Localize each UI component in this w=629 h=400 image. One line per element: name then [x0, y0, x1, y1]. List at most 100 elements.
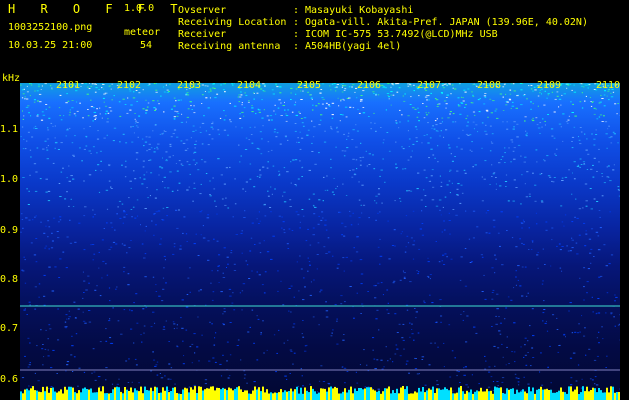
noise-pixel — [34, 216, 36, 218]
noise-pixel — [22, 118, 24, 120]
noise-pixel — [192, 130, 195, 132]
noise-pixel — [20, 84, 22, 86]
x-tick-label: 2101 — [56, 80, 81, 91]
noise-pixel — [416, 128, 418, 130]
noise-pixel — [463, 367, 465, 369]
noise-pixel — [360, 273, 364, 275]
noise-pixel — [236, 345, 239, 346]
noise-pixel — [605, 312, 607, 314]
noise-pixel — [62, 167, 64, 169]
noise-pixel — [465, 384, 468, 386]
noise-pixel — [472, 121, 475, 123]
strip-bar — [82, 388, 84, 400]
noise-pixel — [59, 196, 62, 197]
noise-pixel — [515, 270, 517, 272]
noise-pixel — [96, 108, 98, 110]
info-separator: : — [293, 17, 300, 28]
noise-pixel — [246, 264, 249, 266]
noise-pixel — [22, 177, 25, 178]
noise-pixel — [403, 276, 406, 278]
noise-pixel — [336, 126, 338, 128]
strip-bar — [358, 388, 360, 400]
strip-bar — [602, 392, 604, 400]
noise-pixel — [33, 99, 36, 101]
noise-pixel — [502, 356, 504, 358]
noise-pixel — [407, 242, 410, 244]
noise-pixel — [123, 210, 125, 212]
noise-pixel — [394, 245, 396, 247]
noise-pixel — [124, 176, 127, 178]
strip-bar — [364, 388, 366, 400]
noise-pixel — [578, 208, 582, 210]
noise-pixel — [326, 175, 328, 177]
strip-bar — [538, 388, 540, 400]
y-tick-label: 1.1 — [0, 124, 19, 135]
noise-pixel — [318, 199, 321, 201]
noise-pixel — [266, 115, 269, 117]
noise-pixel — [109, 318, 111, 320]
noise-pixel — [177, 113, 180, 114]
noise-pixel — [97, 376, 101, 378]
noise-pixel — [239, 161, 241, 163]
noise-pixel — [462, 129, 464, 131]
noise-pixel — [275, 371, 277, 373]
noise-pixel — [210, 282, 212, 284]
noise-pixel — [423, 300, 425, 302]
noise-pixel — [448, 84, 451, 86]
noise-pixel — [543, 309, 546, 310]
noise-pixel — [22, 93, 25, 95]
noise-pixel — [105, 110, 108, 112]
noise-pixel — [563, 333, 566, 335]
noise-pixel — [434, 342, 436, 344]
noise-pixel — [59, 219, 62, 221]
noise-pixel — [40, 119, 44, 121]
noise-pixel — [479, 98, 481, 100]
noise-pixel — [412, 84, 415, 86]
strip-bar — [468, 392, 470, 400]
noise-pixel — [164, 131, 167, 132]
noise-pixel — [66, 364, 69, 366]
strip-bar — [128, 391, 130, 400]
noise-pixel — [109, 337, 112, 339]
noise-pixel — [511, 141, 514, 143]
noise-pixel — [243, 217, 246, 218]
strip-bar — [146, 390, 148, 400]
noise-pixel — [155, 224, 157, 226]
noise-pixel — [556, 91, 559, 93]
noise-pixel — [118, 101, 121, 103]
noise-pixel — [512, 128, 515, 130]
noise-pixel — [145, 306, 148, 308]
noise-pixel — [107, 112, 110, 114]
noise-pixel — [387, 83, 390, 84]
noise-pixel — [528, 195, 531, 197]
noise-pixel — [450, 153, 452, 155]
noise-pixel — [263, 84, 266, 86]
noise-pixel — [125, 160, 127, 162]
strip-bar — [320, 388, 322, 400]
noise-pixel — [251, 107, 254, 109]
noise-pixel — [452, 209, 455, 210]
noise-pixel — [380, 359, 383, 361]
noise-pixel — [172, 155, 174, 157]
noise-pixel — [428, 157, 430, 159]
noise-pixel — [427, 261, 430, 263]
noise-pixel — [372, 154, 374, 156]
strip-bar — [516, 389, 518, 400]
strip-bar — [440, 389, 442, 400]
noise-pixel — [97, 164, 100, 166]
noise-pixel — [438, 103, 441, 105]
noise-pixel — [267, 141, 270, 143]
noise-pixel — [376, 359, 379, 361]
noise-pixel — [585, 205, 588, 207]
noise-pixel — [456, 194, 458, 195]
noise-pixel — [477, 131, 479, 133]
noise-pixel — [321, 83, 325, 85]
noise-pixel — [79, 102, 81, 104]
noise-pixel — [468, 238, 471, 240]
noise-pixel — [116, 383, 119, 385]
noise-pixel — [246, 382, 248, 384]
noise-pixel — [402, 270, 404, 272]
noise-pixel — [308, 198, 311, 200]
noise-pixel — [224, 83, 226, 85]
noise-pixel — [169, 145, 172, 147]
